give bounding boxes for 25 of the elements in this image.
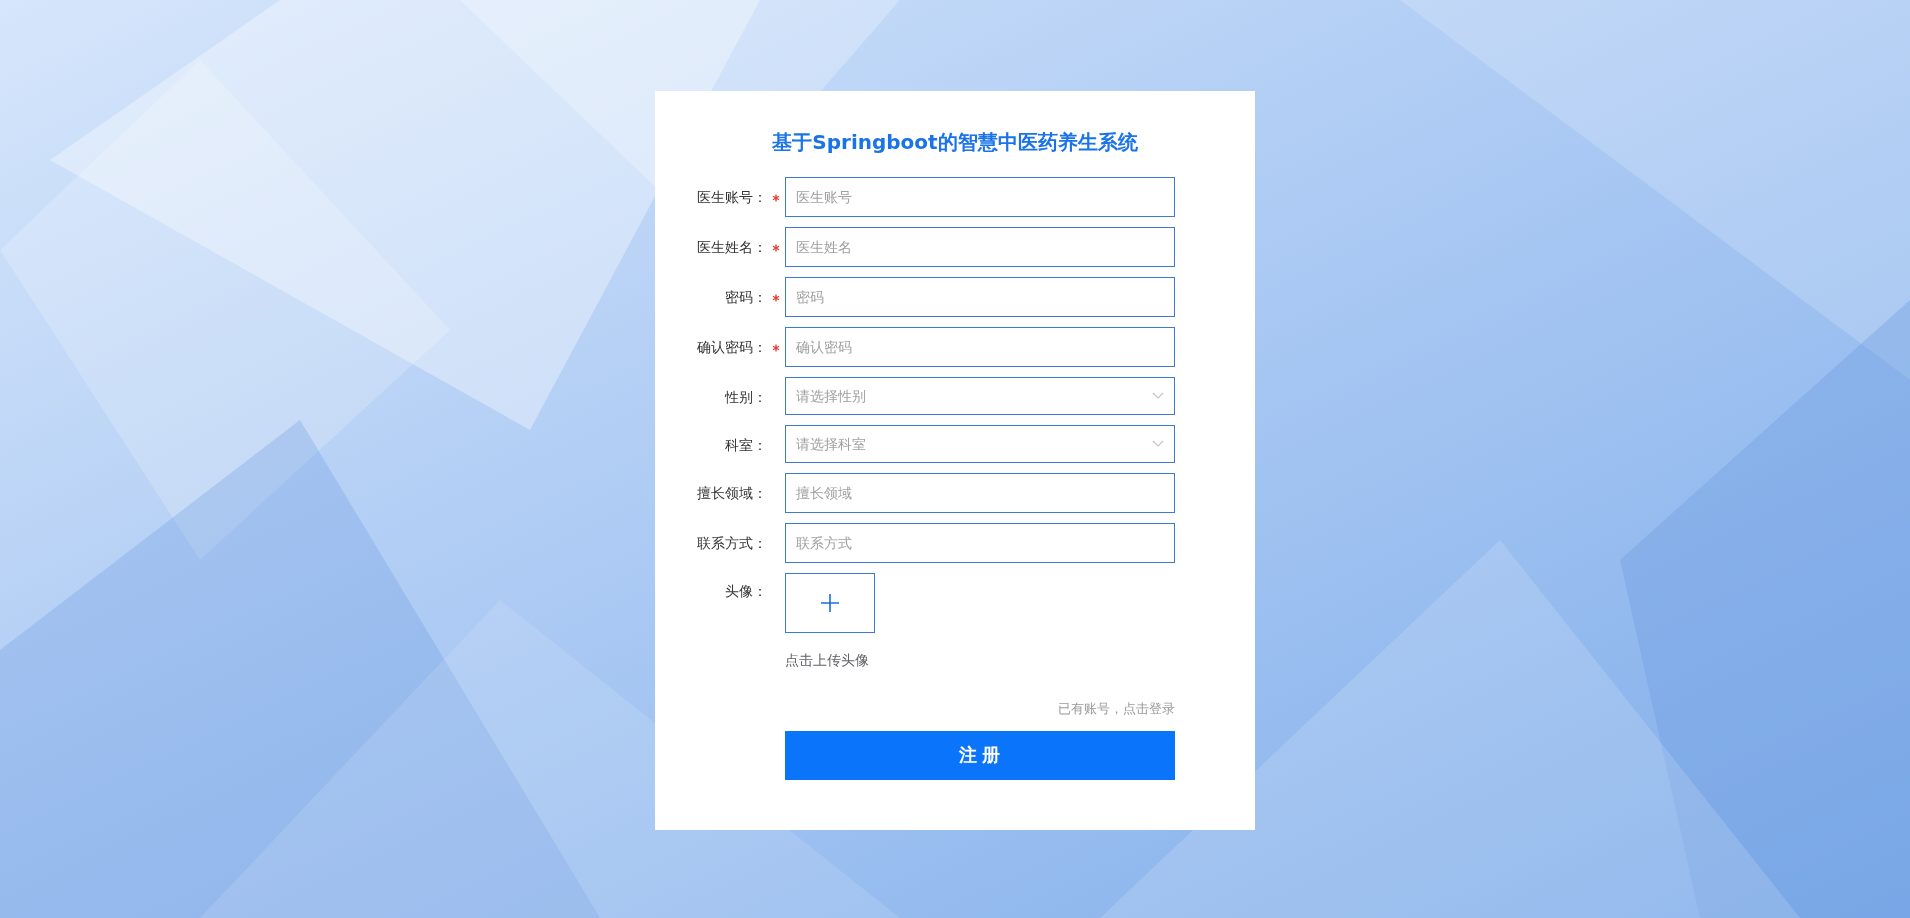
field-label: 科室： — [724, 436, 767, 455]
input-field[interactable]: 医生账号 — [785, 177, 1175, 217]
input-field[interactable]: 确认密码 — [785, 327, 1175, 367]
input-field[interactable]: 医生姓名 — [785, 227, 1175, 267]
field-label: 头像： — [724, 582, 767, 601]
upload-hint: 点击上传头像 — [785, 651, 870, 670]
login-link[interactable]: 已有账号，点击登录 — [1058, 699, 1175, 719]
field-label: 密码： — [724, 288, 767, 307]
field-label: 医生账号： — [696, 188, 767, 207]
field-label: 联系方式： — [696, 534, 767, 553]
field-label: 确认密码： — [696, 338, 767, 357]
input-field[interactable]: 擅长领域 — [785, 473, 1175, 513]
field-label: 擅长领域： — [696, 484, 767, 503]
chevron-down-icon — [1152, 440, 1164, 448]
select-field[interactable]: 请选择科室 — [785, 425, 1175, 463]
input-field[interactable]: 联系方式 — [785, 523, 1175, 563]
upload-button[interactable] — [785, 573, 875, 633]
select-field[interactable]: 请选择性别 — [785, 377, 1175, 415]
chevron-down-icon — [1152, 392, 1164, 400]
input-field[interactable]: 密码 — [785, 277, 1175, 317]
field-label: 性别： — [723, 388, 767, 407]
form-title: 基于Springboot的智慧中医药养生系统 — [771, 129, 1139, 156]
register-button[interactable]: 注 册 — [785, 730, 1175, 780]
field-label: 医生姓名： — [696, 238, 767, 257]
plus-icon — [820, 593, 840, 613]
